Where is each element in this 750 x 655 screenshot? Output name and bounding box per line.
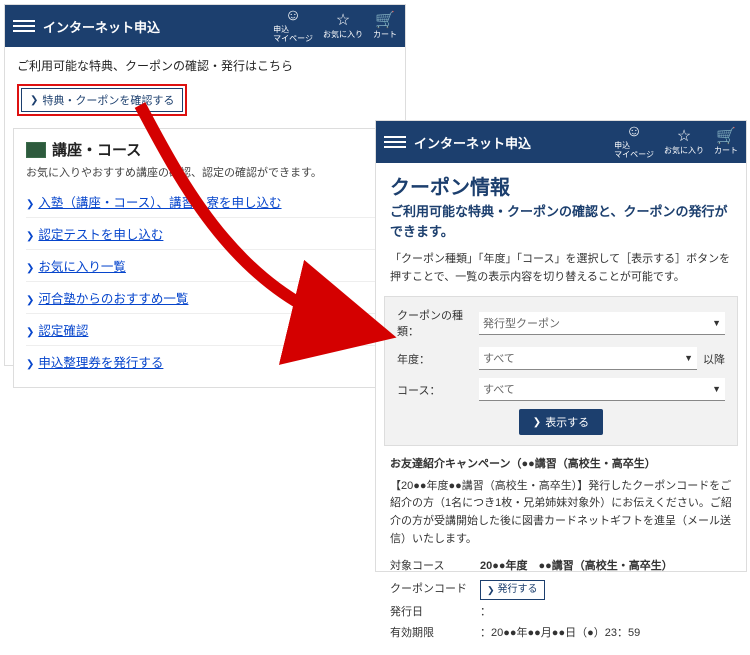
filter-course-select[interactable]: すべて▼ (479, 378, 725, 401)
list-item[interactable]: ❯お気に入り一覧 (26, 249, 384, 281)
chevron-right-icon: ❯ (533, 417, 541, 428)
coupon-screen: インターネット申込 ☺申込マイページ ☆お気に入り 🛒カート クーポン情報 ご利… (375, 120, 747, 572)
highlight-box: ❯ 特典・クーポンを確認する (17, 84, 187, 116)
nav-cart[interactable]: 🛒カート (714, 129, 738, 156)
filter-year-after: 以降 (703, 351, 725, 367)
star-icon: ☆ (677, 129, 691, 145)
course-card: 講座・コース お気に入りやおすすめ講座の確認、認定の確認ができます。 ❯入塾（講… (13, 128, 397, 388)
caret-down-icon: ▼ (712, 384, 721, 394)
filter-type-label: クーポンの種類： (397, 307, 479, 339)
filter-year-select[interactable]: すべて▼ (479, 347, 697, 370)
star-icon: ☆ (336, 13, 350, 29)
filter-course-label: コース： (397, 382, 479, 398)
menu-screen: インターネット申込 ☺申込マイページ ☆お気に入り 🛒カート ご利用可能な特典、… (4, 4, 406, 366)
card-title: 講座・コース (26, 139, 384, 160)
nav-mypage[interactable]: ☺申込マイページ (614, 124, 654, 160)
hamburger-icon[interactable] (384, 136, 406, 148)
detail-code-key: クーポンコード (390, 578, 480, 602)
chevron-right-icon: ❯ (30, 95, 38, 106)
nav-mypage[interactable]: ☺申込マイページ (273, 8, 313, 44)
detail-expire-val: ：20●●年●●月●●日（●）23：59 (480, 623, 732, 645)
detail-date-key: 発行日 (390, 602, 480, 624)
list-item[interactable]: ❯申込整理券を発行する (26, 345, 384, 377)
cart-icon: 🛒 (716, 129, 736, 145)
filter-type-select[interactable]: 発行型クーポン▼ (479, 312, 725, 335)
list-item[interactable]: ❯入塾（講座・コース）、講習・寮を申し込む (26, 186, 384, 217)
campaign-heading: お友達紹介キャンペーン（●●講習（高校生・高卒生） (390, 456, 732, 474)
campaign-body: 【20●●年度●●講習（高校生・高卒生）】発行したクーポンコードをご紹介の方（1… (390, 478, 732, 548)
navbar-right: インターネット申込 ☺申込マイページ ☆お気に入り 🛒カート (376, 121, 746, 163)
caret-down-icon: ▼ (684, 353, 693, 363)
nav-favorites[interactable]: ☆お気に入り (323, 13, 363, 40)
caret-down-icon: ▼ (712, 318, 721, 328)
nav-title: インターネット申込 (414, 133, 531, 152)
nav-cart[interactable]: 🛒カート (373, 13, 397, 40)
hamburger-icon[interactable] (13, 20, 35, 32)
intro-text: ご利用可能な特典、クーポンの確認・発行はこちら (5, 47, 405, 84)
blackboard-icon (26, 142, 46, 158)
check-coupon-button[interactable]: ❯ 特典・クーポンを確認する (21, 88, 183, 112)
card-desc: お気に入りやおすすめ講座の確認、認定の確認ができます。 (26, 164, 384, 180)
filter-year-label: 年度： (397, 351, 479, 367)
detail-course-key: 対象コース (390, 556, 480, 578)
page-title: クーポン情報 (376, 163, 746, 202)
detail-expire-key: 有効期限 (390, 623, 480, 645)
cart-icon: 🛒 (375, 13, 395, 29)
navbar-left: インターネット申込 ☺申込マイページ ☆お気に入り 🛒カート (5, 5, 405, 47)
list-item[interactable]: ❯認定テストを申し込む (26, 217, 384, 249)
page-desc: 「クーポン種類」「年度」「コース」を選択して［表示する］ボタンを押すことで、一覧… (376, 251, 746, 296)
list-item[interactable]: ❯河合塾からのおすすめ一覧 (26, 281, 384, 313)
show-button[interactable]: ❯ 表示する (519, 409, 603, 435)
list-item[interactable]: ❯認定確認 (26, 313, 384, 345)
detail-course-val: 20●●年度 ●●講習（高校生・高卒生） (480, 556, 732, 578)
chevron-right-icon: ❯ (487, 583, 495, 597)
nav-title: インターネット申込 (43, 17, 160, 36)
issue-button[interactable]: ❯ 発行する (480, 580, 545, 600)
filter-box: クーポンの種類： 発行型クーポン▼ 年度： すべて▼ 以降 コース： (384, 296, 738, 446)
person-icon: ☺ (626, 124, 642, 140)
page-subtitle: ご利用可能な特典・クーポンの確認と、クーポンの発行ができます。 (376, 202, 746, 251)
campaign-block: お友達紹介キャンペーン（●●講習（高校生・高卒生） 【20●●年度●●講習（高校… (376, 446, 746, 655)
nav-favorites[interactable]: ☆お気に入り (664, 129, 704, 156)
detail-date-val: ： (480, 602, 732, 624)
link-list: ❯入塾（講座・コース）、講習・寮を申し込む ❯認定テストを申し込む ❯お気に入り… (26, 186, 384, 377)
person-icon: ☺ (285, 8, 301, 24)
